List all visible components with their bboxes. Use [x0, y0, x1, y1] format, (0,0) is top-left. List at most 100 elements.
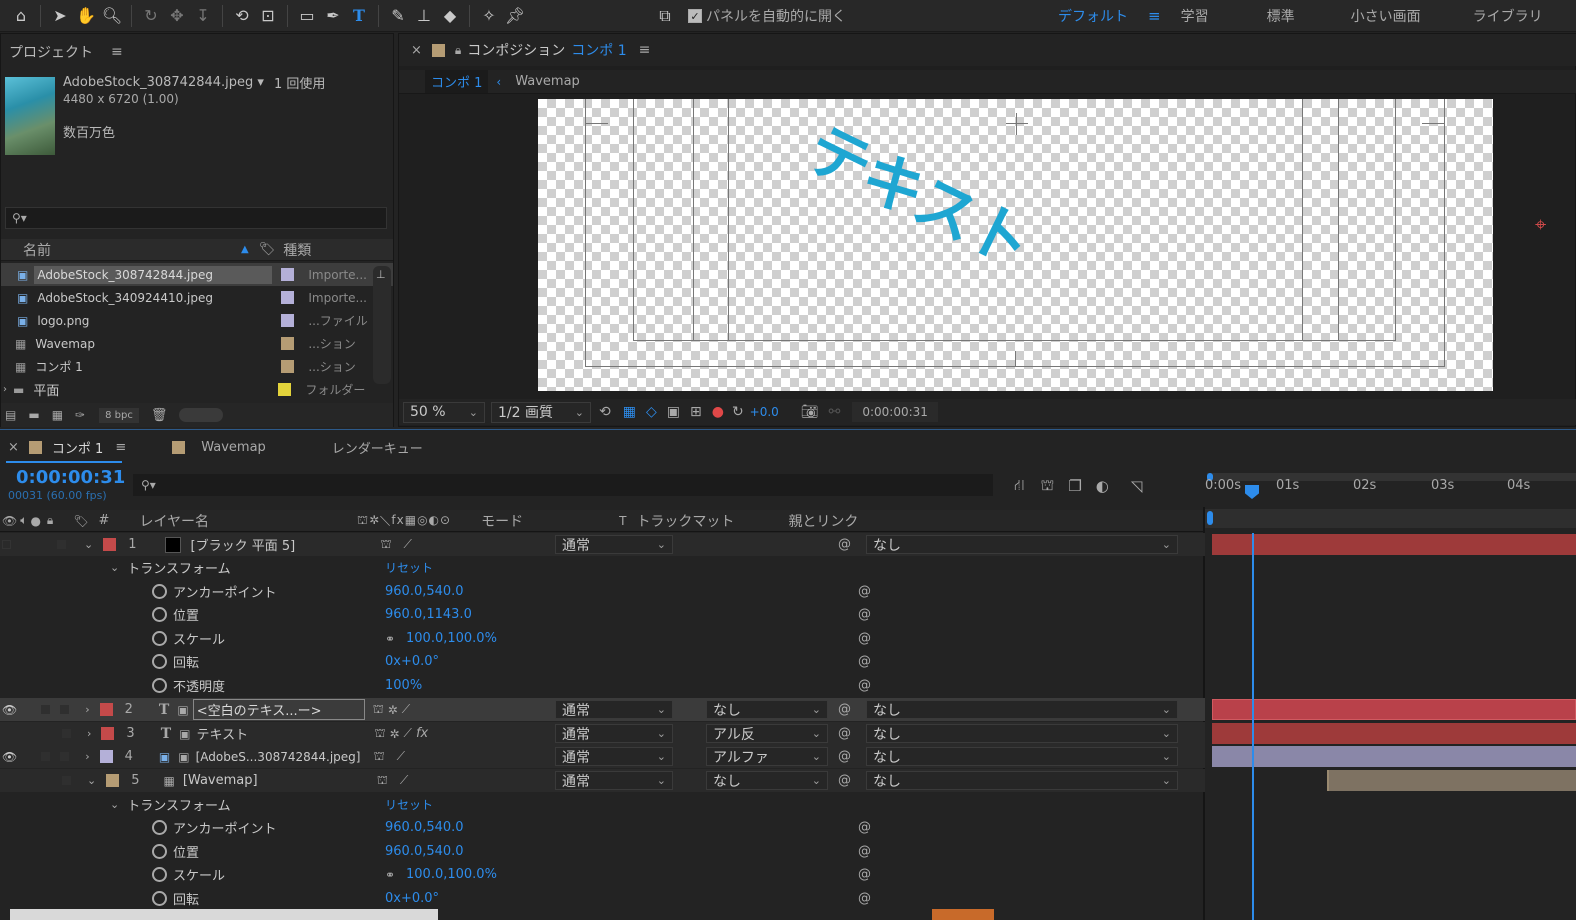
stopwatch-icon[interactable] — [152, 607, 167, 622]
fast-preview-icon[interactable]: ⟲ — [599, 404, 611, 420]
expand-arrow-icon[interactable]: ⌄ — [110, 798, 119, 811]
stopwatch-icon[interactable] — [152, 678, 167, 693]
label-chip[interactable] — [278, 383, 292, 396]
effects-icon[interactable]: fx — [416, 726, 428, 741]
motion-blur-icon[interactable]: ◐ — [1096, 477, 1109, 495]
layer-name[interactable]: <空白のテキス...ー> — [192, 699, 365, 720]
col-mode[interactable]: モード — [481, 511, 523, 531]
property-value[interactable]: 960.0,540.0 — [385, 820, 464, 835]
zoom-dropdown[interactable]: 50 % ⌄ — [403, 401, 485, 423]
current-time-display[interactable]: 0:00:00:31 — [16, 467, 125, 488]
audio-icon[interactable]: 🔈︎ — [20, 513, 27, 528]
property-row[interactable]: 回転 0x+0.0° @ — [0, 650, 1205, 673]
col-track-matte[interactable]: トラックマット — [636, 511, 734, 531]
current-time-indicator[interactable] — [1252, 533, 1254, 920]
stopwatch-icon[interactable] — [152, 631, 167, 646]
quality-switch-icon[interactable]: ⟋ — [397, 749, 405, 764]
layer-bar[interactable] — [1327, 770, 1576, 791]
label-chip[interactable] — [281, 291, 295, 304]
pickwhip-icon[interactable]: @ — [858, 820, 871, 835]
thumbnail-slider[interactable] — [179, 408, 224, 422]
roto-brush-icon[interactable]: ✧ — [476, 3, 502, 29]
parent-dropdown[interactable]: なし ⌄ — [866, 747, 1178, 766]
layer-label-color[interactable] — [99, 703, 113, 716]
layer-bar[interactable] — [1212, 723, 1576, 744]
list-item[interactable]: ▦ コンポ 1 ...ション — [1, 355, 393, 378]
track-matte-dropdown[interactable]: なし ⌄ — [706, 771, 828, 790]
layer-name[interactable]: [AdobeS...308742844.jpeg] — [196, 750, 374, 764]
auto-open-checkbox[interactable]: ✓ — [688, 9, 702, 23]
lock-toggle[interactable] — [62, 776, 71, 785]
scrollbar[interactable]: ⊥ — [373, 266, 391, 384]
quality-switch-icon[interactable]: ⟋ — [404, 726, 412, 741]
pickwhip-icon[interactable]: @ — [838, 749, 851, 764]
brush-tool-icon[interactable]: ✎ — [385, 3, 411, 29]
solo-toggle[interactable] — [41, 752, 51, 761]
transparency-grid-icon[interactable]: ▦ — [623, 404, 636, 420]
pickwhip-icon[interactable]: @ — [858, 654, 871, 669]
col-parent-link[interactable]: 親とリンク — [788, 511, 858, 531]
mask-path-icon[interactable]: ◇ — [646, 404, 657, 420]
comp-name[interactable]: コンポ 1 — [571, 40, 626, 60]
time-ruler[interactable]: 0:00s 01s 02s 03s 04s — [1205, 471, 1576, 511]
pan-behind-tool-icon[interactable]: ⊡ — [255, 3, 281, 29]
constrain-link-icon[interactable]: ⚭ — [385, 632, 395, 646]
table-row[interactable]: ⌄ 5 ▦ [Wavemap] ⛫ ⟋ 通常 ⌄ なし ⌄ @ なし ⌄ — [0, 769, 1205, 792]
lock-icon[interactable]: 🔒︎ — [455, 43, 461, 58]
exposure-value[interactable]: +0.0 — [750, 405, 779, 419]
shy-layers-icon[interactable]: ⛫ — [1041, 476, 1055, 496]
reset-exposure-icon[interactable]: ↻ — [732, 404, 744, 420]
workspace-menu-icon[interactable]: ≡ — [1148, 7, 1161, 25]
stopwatch-icon[interactable] — [152, 867, 167, 882]
layer-label-color[interactable] — [106, 774, 120, 787]
snapping-icon[interactable]: ⧉ — [652, 3, 678, 29]
puppet-pin-icon[interactable]: 📌︎ — [502, 3, 528, 29]
tab-render-queue[interactable]: レンダーキュー — [332, 438, 423, 457]
pen-tool-icon[interactable]: ✒ — [320, 3, 346, 29]
pickwhip-icon[interactable]: @ — [858, 607, 871, 622]
pickwhip-icon[interactable]: @ — [858, 844, 871, 859]
layer-bar[interactable] — [1212, 699, 1576, 720]
interpret-footage-icon[interactable]: ▤ — [5, 408, 16, 422]
region-of-interest-icon[interactable]: ▣ — [667, 404, 680, 420]
collapse-switch-icon[interactable]: ✲ — [389, 727, 399, 741]
layer-label-color[interactable] — [99, 750, 113, 763]
visibility-toggle[interactable] — [2, 540, 11, 549]
comp-flowchart-icon[interactable]: ⛙ — [1014, 476, 1025, 496]
col-preserve-transparency[interactable]: T — [619, 514, 626, 528]
track-matte-dropdown[interactable]: アルファ ⌄ — [706, 747, 828, 766]
table-row[interactable]: › 3 T ▣ テキスト ⛫ ✲ ⟋ fx 通常 ⌄ アル反 ⌄ @ なし ⌄ — [0, 722, 1205, 745]
label-tag-icon[interactable]: 🏷︎ — [259, 242, 276, 257]
pickwhip-icon[interactable]: @ — [858, 867, 871, 882]
home-icon[interactable]: ⌂ — [8, 3, 34, 29]
mode-dropdown[interactable]: 通常 ⌄ — [555, 535, 673, 554]
parent-dropdown[interactable]: なし ⌄ — [866, 724, 1178, 743]
property-row[interactable]: スケール ⚭ 100.0,100.0% @ — [0, 863, 1205, 886]
workspace-default[interactable]: デフォルト — [1058, 6, 1128, 26]
quality-switch-icon[interactable]: ⟋ — [402, 702, 410, 717]
pickwhip-icon[interactable]: @ — [858, 891, 871, 906]
list-item[interactable]: › ▬ 平面 フォルダー — [1, 378, 393, 401]
shy-switch-icon[interactable]: ⛫ — [374, 749, 385, 765]
property-row[interactable]: 回転 0x+0.0° @ — [0, 887, 1205, 910]
pickwhip-icon[interactable]: @ — [858, 631, 871, 646]
eye-icon[interactable]: 👁︎ — [2, 703, 17, 717]
list-item[interactable]: ▣ AdobeStock_340924410.jpeg Importe... — [1, 286, 393, 309]
parent-dropdown[interactable]: なし ⌄ — [866, 771, 1178, 790]
channel-icon[interactable]: ● — [712, 404, 724, 420]
panel-menu-icon[interactable]: ≡ — [115, 440, 126, 455]
close-icon[interactable]: × — [411, 43, 422, 58]
parent-dropdown[interactable]: なし ⌄ — [866, 700, 1178, 719]
breadcrumb-wavemap[interactable]: Wavemap — [515, 74, 580, 89]
pickwhip-icon[interactable]: @ — [858, 678, 871, 693]
label-tag-icon[interactable]: 🏷︎ — [73, 514, 88, 528]
col-name[interactable]: 名前 — [23, 240, 51, 260]
col-type[interactable]: 種類 — [283, 240, 311, 260]
hand-tool-icon[interactable]: ✋ — [73, 3, 99, 29]
list-item[interactable]: ▣ AdobeStock_308742844.jpeg Importe... — [1, 263, 393, 286]
type-tool-icon[interactable]: T — [346, 3, 372, 29]
shy-switch-icon[interactable]: ⛫ — [374, 726, 385, 742]
layer-label-color[interactable] — [103, 538, 117, 551]
selected-file-name[interactable]: AdobeStock_308742844.jpeg ▾ — [63, 75, 264, 90]
stopwatch-icon[interactable] — [152, 891, 167, 906]
